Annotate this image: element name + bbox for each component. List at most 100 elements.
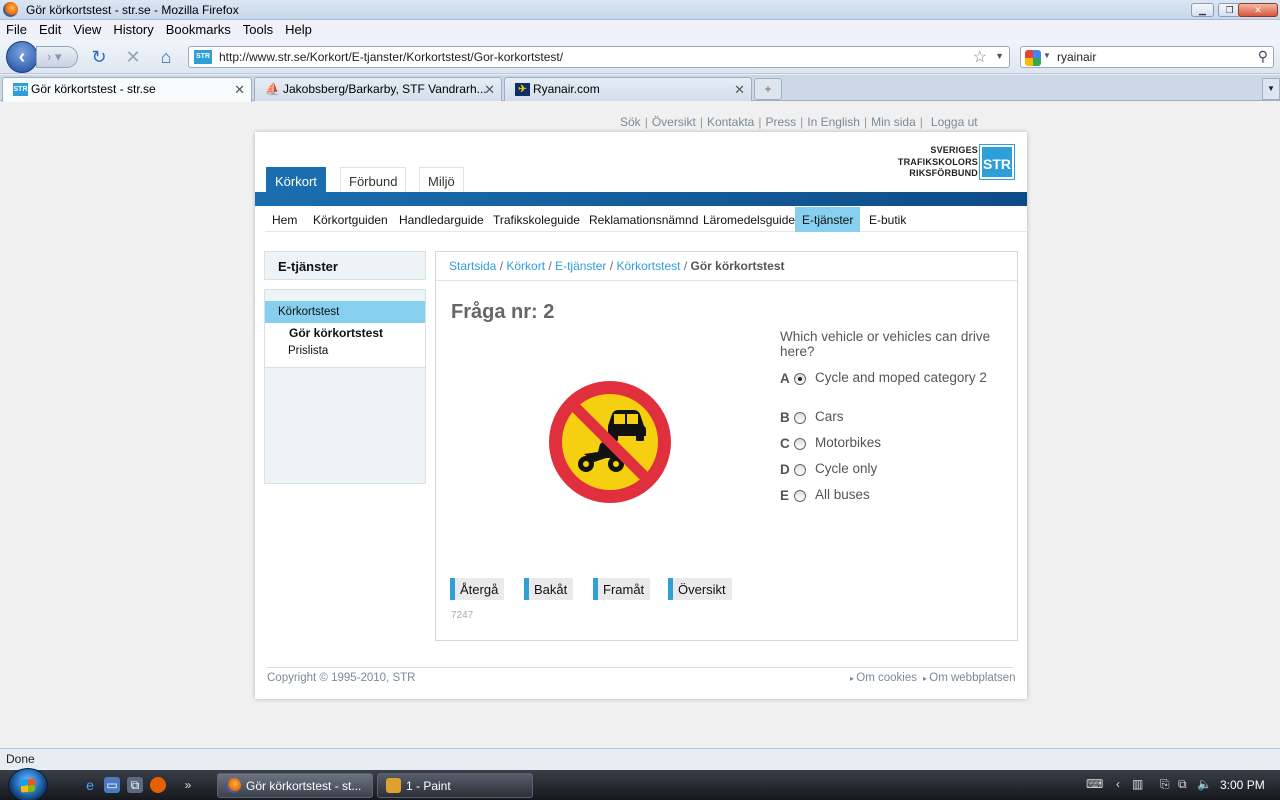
str-logo[interactable]: SVERIGES TRAFIKSKOLORS RIKSFÖRBUND STR	[892, 144, 1016, 181]
taskbar-paint[interactable]: 1 - Paint	[377, 773, 533, 798]
menu-file[interactable]: File	[0, 20, 33, 37]
url-bar[interactable]: STR http://www.str.se/Korkort/E-tjanster…	[188, 46, 1010, 68]
subnav-reklamationsnamnd[interactable]: Reklamationsnämnd	[582, 207, 705, 232]
subnav-e-butik[interactable]: E-butik	[862, 207, 913, 232]
menu-help[interactable]: Help	[279, 20, 318, 37]
tab-str[interactable]: STR Gör körkortstest - str.se ✕	[2, 77, 252, 102]
option-d-radio[interactable]	[794, 464, 806, 476]
tray-expand-icon[interactable]: ‹	[1116, 777, 1120, 791]
link-oversikt[interactable]: Översikt	[652, 115, 696, 129]
tab-close-icon[interactable]: ✕	[484, 82, 495, 98]
menu-history[interactable]: History	[107, 20, 159, 37]
tab-list-button[interactable]: ▼	[1262, 78, 1280, 100]
atergå-button[interactable]: Återgå	[450, 578, 505, 600]
link-kontakta[interactable]: Kontakta	[707, 115, 754, 129]
tab-forbund[interactable]: Förbund	[340, 167, 407, 193]
volume-icon[interactable]: 🔈	[1197, 777, 1212, 791]
start-button[interactable]	[8, 768, 48, 800]
str-favicon: STR	[13, 83, 28, 96]
safely-remove-icon[interactable]: ⎘	[1160, 777, 1170, 792]
option-a[interactable]: A Cycle and moped category 2	[780, 371, 1010, 401]
link-press[interactable]: Press	[765, 115, 796, 129]
sidebar-item-korkortstest[interactable]: Körkortstest	[265, 301, 425, 323]
close-button[interactable]: ✕	[1238, 3, 1278, 17]
show-desktop-icon[interactable]: ▭	[104, 777, 120, 793]
subnav-handledarguide[interactable]: Handledarguide	[392, 207, 491, 232]
breadcrumb-startsida[interactable]: Startsida	[449, 259, 496, 273]
subnav-hem[interactable]: Hem	[265, 207, 304, 232]
url-text[interactable]: http://www.str.se/Korkort/E-tjanster/Kor…	[219, 50, 563, 64]
google-icon[interactable]	[1025, 50, 1041, 66]
tab-bar: STR Gör körkortstest - str.se ✕ ⛵ Jakobs…	[0, 75, 1280, 102]
forward-button[interactable]: › ▾	[36, 46, 78, 68]
taskbar-firefox[interactable]: Gör körkortstest - st...	[217, 773, 373, 798]
back-button[interactable]: ‹	[6, 41, 38, 73]
menu-view[interactable]: View	[67, 20, 107, 37]
subnav-laromedelsguide[interactable]: Läromedelsguide	[696, 207, 802, 232]
menu-edit[interactable]: Edit	[33, 20, 67, 37]
search-engine-dropdown-icon[interactable]: ▼	[1043, 51, 1051, 60]
search-icon[interactable]: ⚲	[1258, 48, 1268, 65]
breadcrumb-e-tjanster[interactable]: E-tjänster	[555, 259, 606, 273]
oversikt-button[interactable]: Översikt	[668, 578, 732, 600]
tab-ryanair[interactable]: ✈ Ryanair.com ✕	[504, 77, 752, 101]
tab-label: Jakobsberg/Barkarby, STF Vandrarh...	[283, 82, 487, 96]
window-titlebar: Gör körkortstest - str.se - Mozilla Fire…	[0, 0, 1280, 20]
sidebar-item-gor-korkortstest[interactable]: Gör körkortstest	[289, 326, 383, 340]
tab-close-icon[interactable]: ✕	[234, 82, 245, 98]
subnav-e-tjanster[interactable]: E-tjänster	[795, 207, 861, 232]
stf-favicon: ⛵	[265, 82, 280, 96]
footer-link-webbplatsen[interactable]: Om webbplatsen	[923, 672, 1015, 684]
url-dropdown-icon[interactable]: ▼	[995, 51, 1004, 61]
option-c[interactable]: C Motorbikes	[780, 436, 1010, 452]
menu-tools[interactable]: Tools	[237, 20, 279, 37]
link-sok[interactable]: Sök	[620, 115, 641, 129]
network-status-icon[interactable]: ⧉	[1178, 777, 1187, 792]
stop-icon[interactable]: ✕	[122, 46, 144, 68]
sidebar-item-prislista[interactable]: Prislista	[288, 345, 328, 357]
breadcrumb-korkort[interactable]: Körkort	[506, 259, 545, 273]
menu-bookmarks[interactable]: Bookmarks	[160, 20, 237, 37]
clock[interactable]: 3:00 PM	[1220, 778, 1265, 792]
option-c-radio[interactable]	[794, 438, 806, 450]
option-b-radio[interactable]	[794, 412, 806, 424]
network-icon[interactable]: ▥	[1132, 777, 1143, 791]
firefox-quicklaunch-icon[interactable]	[150, 777, 166, 793]
search-input[interactable]: ryainair	[1057, 50, 1096, 64]
subnav-korkortguiden[interactable]: Körkortguiden	[306, 207, 395, 232]
tab-jakobsberg[interactable]: ⛵ Jakobsberg/Barkarby, STF Vandrarh... ✕	[254, 77, 502, 101]
breadcrumb-korkortstest[interactable]: Körkortstest	[616, 259, 680, 273]
keyboard-icon[interactable]: ⌨	[1086, 777, 1103, 791]
subnav-trafikskoleguide[interactable]: Trafikskoleguide	[486, 207, 587, 232]
option-b[interactable]: B Cars	[780, 410, 1010, 426]
option-e[interactable]: E All buses	[780, 488, 1010, 504]
option-a-radio[interactable]	[794, 373, 806, 385]
new-tab-button[interactable]: +	[754, 78, 782, 100]
back-arrow-icon: ‹	[18, 46, 26, 68]
search-bar[interactable]: ▼ ryainair ⚲	[1020, 46, 1274, 68]
link-logga-ut[interactable]: Logga ut	[931, 115, 978, 129]
bookmark-star-icon[interactable]: ☆	[973, 47, 987, 67]
tab-close-icon[interactable]: ✕	[734, 82, 745, 98]
home-icon[interactable]: ⌂	[155, 46, 177, 68]
reload-icon[interactable]: ↻	[88, 46, 110, 68]
tab-label: Ryanair.com	[533, 82, 600, 96]
tab-miljo[interactable]: Miljö	[419, 167, 464, 193]
link-in-english[interactable]: In English	[807, 115, 860, 129]
more-icon[interactable]: »	[180, 777, 196, 793]
option-d[interactable]: D Cycle only	[780, 462, 1010, 478]
switch-windows-icon[interactable]: ⧉	[127, 777, 143, 793]
breadcrumb: Startsida / Körkort / E-tjänster / Körko…	[436, 252, 1017, 281]
footer-link-cookies[interactable]: Om cookies	[850, 672, 917, 684]
tab-korkort[interactable]: Körkort	[266, 167, 326, 193]
link-min-sida[interactable]: Min sida	[871, 115, 916, 129]
forward-arrow-icon: ›	[47, 49, 52, 64]
status-bar: Done	[0, 748, 1280, 770]
bakat-button[interactable]: Bakåt	[524, 578, 574, 600]
breadcrumb-current: Gör körkortstest	[690, 259, 785, 273]
option-e-radio[interactable]	[794, 490, 806, 502]
framat-button[interactable]: Framåt	[593, 578, 651, 600]
window-title: Gör körkortstest - str.se - Mozilla Fire…	[26, 3, 239, 17]
ie-icon[interactable]: e	[82, 777, 98, 793]
minimize-button[interactable]: ▁	[1191, 3, 1214, 17]
